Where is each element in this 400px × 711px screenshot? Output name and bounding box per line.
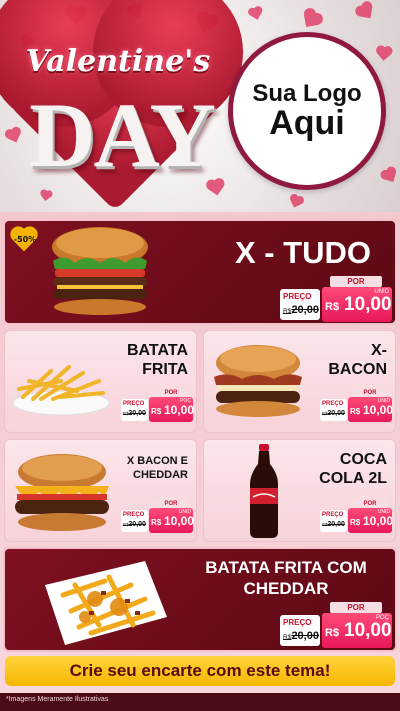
por-label: POR xyxy=(330,276,382,287)
old-value: 20,00 xyxy=(291,304,319,316)
product-name: BATATA FRITA COM CHEDDAR xyxy=(205,558,367,599)
product-name: X- BACON xyxy=(328,342,387,379)
product-name: COCA COLA 2L xyxy=(319,451,387,488)
unit-label: POÇ xyxy=(375,615,389,621)
price-tag: POR PREÇO R$20,00 R$ 10,00 UNID xyxy=(320,389,394,423)
title-big: DAY xyxy=(29,84,216,186)
product-card-batata-cheddar[interactable]: BATATA FRITA COM CHEDDAR POR PREÇO R$20,… xyxy=(3,547,397,652)
discount-badge: -50% xyxy=(10,228,40,254)
new-price: 10,00 xyxy=(164,403,195,417)
product-card-x-bacon-cheddar[interactable]: X BACON E CHEDDAR POR PREÇO R$20,00 R$ 1… xyxy=(4,439,197,542)
heart-confetti-icon xyxy=(359,5,373,19)
product-card-coca-cola[interactable]: COCA COLA 2L POR PREÇO R$20,00 R$ 10,00 … xyxy=(203,439,396,542)
new-price: 10,00 xyxy=(344,620,392,641)
currency: R$ xyxy=(350,518,361,527)
unit-label: UNID xyxy=(377,509,390,515)
new-price-box: R$ 10,00 POÇ xyxy=(322,613,392,648)
old-value: 20,00 xyxy=(327,521,345,528)
preco-label: PREÇO xyxy=(322,512,344,518)
unit-label: UNID xyxy=(377,398,390,404)
heart-confetti-icon xyxy=(250,8,262,20)
cta-banner[interactable]: Crie seu encarte com este tema! xyxy=(5,656,395,686)
cheddar-fries-icon xyxy=(45,561,167,645)
por-label: POR xyxy=(352,389,388,397)
new-price: 10,00 xyxy=(344,294,392,315)
heart-confetti-icon xyxy=(40,190,52,202)
product-name: BATATA FRITA xyxy=(126,342,188,379)
price-tag: POR PREÇO R$20,00 R$ 10,00 UNID xyxy=(280,276,392,323)
heart-confetti-icon xyxy=(290,196,302,208)
old-price: R$20,00 xyxy=(123,521,146,528)
por-label: POR xyxy=(330,602,382,613)
old-value: 20,00 xyxy=(128,521,146,528)
cheddar-burger-icon xyxy=(15,454,109,531)
soda-bottle-icon xyxy=(250,444,278,538)
logo-line-2: Aqui xyxy=(269,103,345,142)
product-name: X - TUDO xyxy=(234,235,371,270)
por-label: POR xyxy=(153,500,189,508)
unit-label: POÇ xyxy=(180,398,191,404)
heart-confetti-icon xyxy=(377,47,391,61)
old-price: R$20,00 xyxy=(123,410,146,417)
logo-placeholder[interactable]: Sua Logo Aqui xyxy=(228,32,386,190)
price-tag: POR PREÇO R$20,00 R$ 10,00 POÇ xyxy=(121,389,195,423)
unit-label: UNID xyxy=(178,509,191,515)
new-price-box: R$ 10,00 UNID xyxy=(348,508,394,533)
price-tag: POR PREÇO R$20,00 R$ 10,00 UNID xyxy=(320,500,394,534)
old-price: R$20,00 xyxy=(283,304,319,316)
new-price-box: R$ 10,00 UNID xyxy=(322,287,392,322)
new-price-box: R$ 10,00 UNID xyxy=(348,397,394,422)
new-price: 10,00 xyxy=(363,514,394,528)
preco-label: PREÇO xyxy=(123,512,145,518)
old-value: 20,00 xyxy=(327,410,345,417)
fries-icon xyxy=(12,365,110,416)
currency: R$ xyxy=(151,518,162,527)
unit-label: UNID xyxy=(374,289,389,295)
preco-label: PREÇO xyxy=(283,618,312,627)
old-price: R$20,00 xyxy=(283,630,319,642)
old-price-box: PREÇO R$20,00 xyxy=(320,510,347,532)
price-tag: POR PREÇO R$20,00 R$ 10,00 UNID xyxy=(121,500,195,534)
logo-line-1: Sua Logo xyxy=(252,79,362,107)
price-tag: POR PREÇO R$20,00 R$ 10,00 POÇ xyxy=(280,602,392,650)
old-price: R$20,00 xyxy=(322,521,345,528)
heart-confetti-icon xyxy=(384,170,396,182)
flyer-page: Valentine's DAY Sua Logo Aqui X - TUDO P… xyxy=(0,0,400,711)
old-value: 20,00 xyxy=(128,410,146,417)
discount-text: -50% xyxy=(13,235,37,244)
old-price: R$20,00 xyxy=(322,410,345,417)
new-price: 10,00 xyxy=(164,514,195,528)
currency: R$ xyxy=(151,407,162,416)
new-price-box: R$ 10,00 UNID xyxy=(149,508,195,533)
old-price-box: PREÇO R$20,00 xyxy=(121,510,148,532)
preco-label: PREÇO xyxy=(283,292,312,301)
footer-disclaimer: *Imagens Meramente Ilustrativas xyxy=(6,696,109,703)
heart-confetti-icon xyxy=(304,13,318,27)
product-card-x-bacon[interactable]: X- BACON POR PREÇO R$20,00 R$ 10,00 UNID xyxy=(203,330,396,433)
por-label: POR xyxy=(352,500,388,508)
old-price-box: PREÇO R$20,00 xyxy=(280,615,320,646)
currency: R$ xyxy=(350,407,361,416)
new-price-box: R$ 10,00 POÇ xyxy=(149,397,195,422)
footer-bar: *Imagens Meramente Ilustrativas xyxy=(0,693,400,711)
old-value: 20,00 xyxy=(291,630,319,642)
old-price-box: PREÇO R$20,00 xyxy=(121,399,148,421)
product-name: X BACON E CHEDDAR xyxy=(126,455,188,482)
old-price-box: PREÇO R$20,00 xyxy=(280,289,320,320)
burger-icon xyxy=(52,227,148,315)
preco-label: PREÇO xyxy=(322,401,344,407)
preco-label: PREÇO xyxy=(123,401,145,407)
currency: R$ xyxy=(325,627,340,639)
bacon-burger-icon xyxy=(214,345,302,417)
por-label: POR xyxy=(153,389,189,397)
product-card-batata-frita[interactable]: BATATA FRITA POR PREÇO R$20,00 R$ 10,00 … xyxy=(4,330,197,433)
old-price-box: PREÇO R$20,00 xyxy=(320,399,347,421)
currency: R$ xyxy=(325,301,340,313)
product-card-x-tudo[interactable]: X - TUDO POR PREÇO R$20,00 R$ 10,00 UNID xyxy=(3,219,397,325)
header-banner: Valentine's DAY Sua Logo Aqui xyxy=(0,0,400,212)
title-script: Valentine's xyxy=(25,44,211,79)
new-price: 10,00 xyxy=(363,403,394,417)
